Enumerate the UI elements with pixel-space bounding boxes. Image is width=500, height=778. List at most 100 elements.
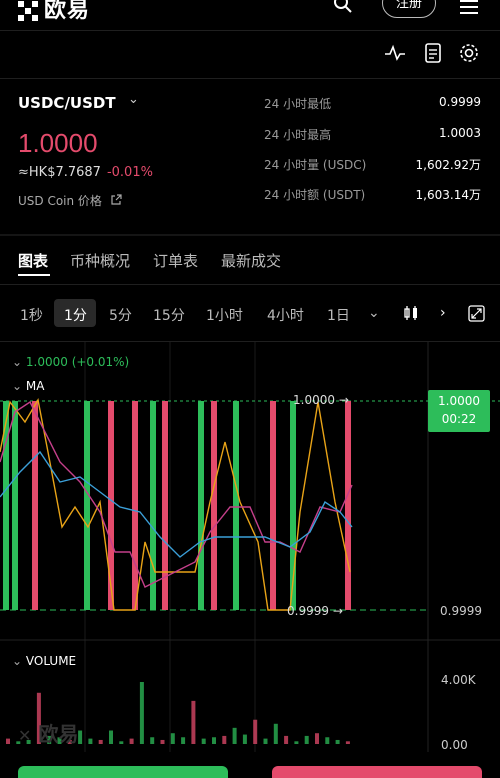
candle xyxy=(211,401,217,610)
high-label: 1.0000 xyxy=(293,393,335,407)
stat-value-amount: 1,603.14万 xyxy=(415,188,481,202)
volume-axis-zero: 0.00 xyxy=(441,738,468,752)
volume-bar xyxy=(232,727,237,744)
volume-bar xyxy=(78,730,83,744)
countdown: 00:22 xyxy=(441,412,477,426)
volume-bar xyxy=(242,734,247,744)
tab-coin-overview[interactable]: 币种概况 xyxy=(70,250,130,271)
volume-label: VOLUME xyxy=(25,654,77,668)
chevron-right-icon[interactable]: › xyxy=(440,305,446,321)
stat-label-volume: 24 小时量 (USDC) xyxy=(264,158,367,172)
change-percent: -0.01% xyxy=(106,165,153,180)
volume-bar xyxy=(315,733,319,744)
last-price: 1.0000 xyxy=(18,128,98,158)
settings-gear-icon[interactable] xyxy=(458,42,480,64)
current-price-value: 1.0000 xyxy=(438,394,480,408)
pulse-icon[interactable] xyxy=(384,42,406,64)
stat-label-amount: 24 小时额 (USDT) xyxy=(264,188,366,202)
price-chart[interactable] xyxy=(0,342,500,752)
interval-1h[interactable]: 1小时 xyxy=(206,305,243,325)
sell-button[interactable] xyxy=(272,766,482,778)
volume-bar xyxy=(253,719,258,744)
volume-bar xyxy=(119,741,124,744)
okx-logo-icon xyxy=(18,1,38,21)
ma-line-1 xyxy=(0,398,351,611)
watermark: ✕ 欧易 xyxy=(18,722,79,746)
ma-indicator[interactable]: ⌄ MA xyxy=(12,379,44,393)
tab-order-book[interactable]: 订单表 xyxy=(153,250,198,271)
volume-bar xyxy=(304,735,309,744)
volume-bar xyxy=(294,741,299,744)
candle xyxy=(132,401,138,610)
notes-icon[interactable] xyxy=(422,42,444,64)
candle-type-icon[interactable] xyxy=(403,305,419,321)
volume-bar xyxy=(325,737,330,744)
interval-15m[interactable]: 15分 xyxy=(153,305,185,325)
fiat-price: ≈HK$7.7687 xyxy=(18,165,101,180)
buy-button[interactable] xyxy=(18,766,228,778)
register-button[interactable]: 注册 xyxy=(382,0,436,18)
external-link-icon xyxy=(111,194,122,205)
interval-1m[interactable]: 1分 xyxy=(64,305,87,325)
volume-bar xyxy=(335,739,340,744)
logo-text: 欧易 xyxy=(44,0,91,23)
menu-icon[interactable] xyxy=(460,0,478,18)
stat-value-high: 1.0003 xyxy=(439,126,481,140)
volume-bar xyxy=(345,741,350,744)
volume-bar xyxy=(170,733,175,744)
volume-bar xyxy=(284,735,289,744)
volume-bar xyxy=(191,700,196,744)
tab-latest-trades[interactable]: 最新成交 xyxy=(221,250,281,271)
volume-bar xyxy=(109,730,113,744)
volume-bar xyxy=(212,737,216,744)
interval-1d[interactable]: 1日 xyxy=(327,305,350,325)
stat-label-high: 24 小时最高 xyxy=(264,128,332,142)
low-label: 0.9999 xyxy=(287,604,329,618)
fullscreen-icon[interactable] xyxy=(468,305,485,322)
volume-bar xyxy=(222,735,227,744)
volume-bar xyxy=(129,738,134,744)
stat-value-volume: 1,602.92万 xyxy=(415,158,481,172)
chevron-down-icon[interactable]: ⌄ xyxy=(368,305,380,321)
tab-chart[interactable]: 图表 xyxy=(18,250,48,271)
candle xyxy=(198,401,204,610)
candle xyxy=(32,401,38,610)
coin-link-label: USD Coin 价格 xyxy=(18,194,102,208)
watermark-text: 欧易 xyxy=(38,722,79,746)
pair-selector[interactable]: USDC/USDT xyxy=(18,94,116,112)
ma-line-2 xyxy=(0,400,353,588)
low-marker: 0.9999 → xyxy=(287,604,343,618)
volume-bar xyxy=(88,738,93,744)
candle xyxy=(12,401,18,610)
volume-bar xyxy=(160,739,165,744)
current-price-tag: 1.0000 00:22 xyxy=(428,390,490,432)
interval-4h[interactable]: 4小时 xyxy=(267,305,304,325)
volume-bar xyxy=(273,723,278,744)
candle xyxy=(150,401,156,610)
axis-price-label: 0.9999 xyxy=(440,604,482,618)
volume-axis-top: 4.00K xyxy=(441,673,476,687)
active-tab-indicator xyxy=(18,274,50,276)
volume-bar xyxy=(201,738,206,744)
search-icon[interactable] xyxy=(333,0,353,14)
interval-1s[interactable]: 1秒 xyxy=(20,305,43,325)
volume-bar xyxy=(98,739,103,744)
price-indicator-value: 1.0000 (+0.01%) xyxy=(25,355,130,369)
volume-indicator[interactable]: ⌄ VOLUME xyxy=(12,654,76,668)
candle xyxy=(270,401,276,610)
logo[interactable]: 欧易 xyxy=(18,0,90,24)
volume-bar xyxy=(150,737,155,744)
stat-value-low: 0.9999 xyxy=(439,95,481,109)
coin-info-link[interactable]: USD Coin 价格 xyxy=(18,192,122,209)
chevron-down-icon[interactable]: ⌄ xyxy=(128,92,139,107)
stat-label-low: 24 小时最低 xyxy=(264,97,332,111)
fiat-price-row: ≈HK$7.7687 -0.01% xyxy=(18,165,153,180)
volume-bar xyxy=(181,737,186,744)
volume-bar xyxy=(139,682,144,744)
high-marker: 1.0000 → xyxy=(293,393,349,407)
price-indicator[interactable]: ⌄ 1.0000 (+0.01%) xyxy=(12,355,129,369)
ma-label: MA xyxy=(25,379,45,393)
top-bar: 欧易 注册 xyxy=(0,0,500,30)
ma-line-3 xyxy=(0,450,353,558)
interval-5m[interactable]: 5分 xyxy=(109,305,132,325)
